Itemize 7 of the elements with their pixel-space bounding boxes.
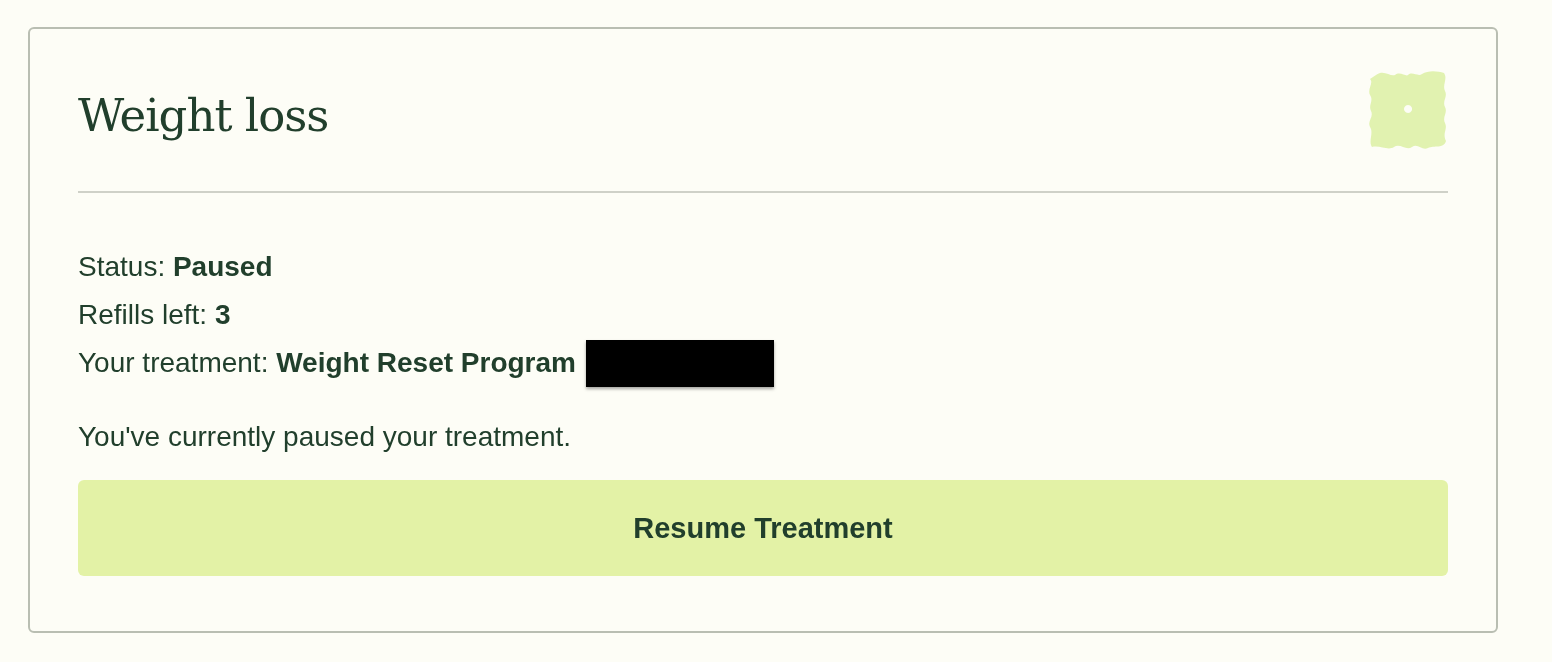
resume-button[interactable]: Resume Treatment — [78, 480, 1448, 576]
card-title: Weight loss — [78, 88, 329, 142]
detail-text: Status: Paused — [78, 251, 273, 283]
flower-icon — [1368, 71, 1448, 149]
detail-text: Refills left: 3 — [78, 299, 231, 331]
detail-text: Your treatment: Weight Reset Program — [78, 347, 576, 379]
pause-message: You've currently paused your treatment. — [78, 421, 573, 453]
